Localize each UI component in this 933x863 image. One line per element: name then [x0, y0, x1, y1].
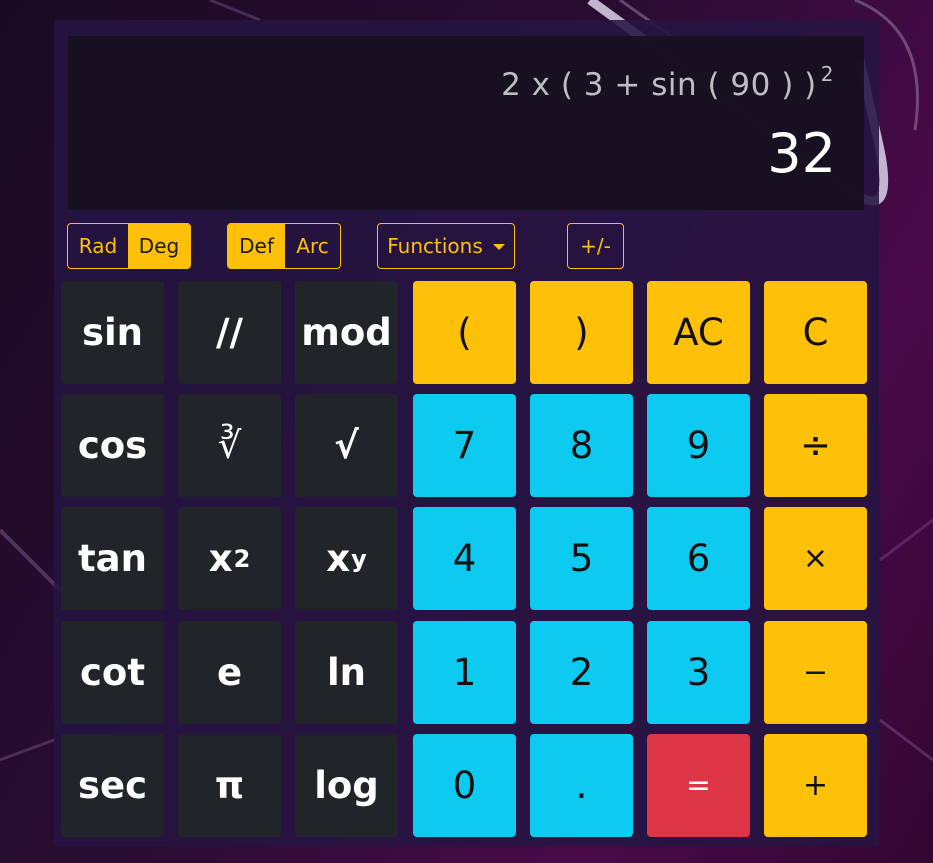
divide-button[interactable]: ÷	[764, 394, 867, 497]
decimal-button[interactable]: .	[530, 734, 633, 837]
digit-3-button[interactable]: 3	[647, 621, 750, 724]
close-paren-button[interactable]: )	[530, 281, 633, 384]
display-screen: 2 x ( 3 + sin ( 90 ) ) 2 32	[68, 36, 864, 210]
cos-button[interactable]: cos	[61, 394, 164, 497]
digit-5-button[interactable]: 5	[530, 507, 633, 610]
tan-button[interactable]: tan	[61, 507, 164, 610]
digit-9-button[interactable]: 9	[647, 394, 750, 497]
digit-8-button[interactable]: 8	[530, 394, 633, 497]
arc-option[interactable]: Arc	[285, 224, 340, 268]
mod-button[interactable]: mod	[295, 281, 398, 384]
def-option[interactable]: Def	[228, 224, 285, 268]
angle-mode-toggle: Rad Deg	[67, 223, 191, 269]
square-base: x	[208, 537, 233, 580]
result-display: 32	[767, 122, 836, 185]
power-button[interactable]: xy	[295, 507, 398, 610]
calculator: 2 x ( 3 + sin ( 90 ) ) 2 32 Rad Deg Def A…	[54, 20, 879, 846]
digit-1-button[interactable]: 1	[413, 621, 516, 724]
euler-button[interactable]: e	[178, 621, 281, 724]
function-mode-toggle: Def Arc	[227, 223, 341, 269]
expression-text: 2 x ( 3 + sin ( 90 ) )	[501, 67, 817, 103]
caret-down-icon	[492, 244, 505, 250]
minus-button[interactable]: −	[764, 621, 867, 724]
ln-button[interactable]: ln	[295, 621, 398, 724]
sec-button[interactable]: sec	[61, 734, 164, 837]
expression-display: 2 x ( 3 + sin ( 90 ) ) 2	[501, 62, 834, 103]
digit-6-button[interactable]: 6	[647, 507, 750, 610]
expression-exponent: 2	[820, 62, 834, 86]
pi-button[interactable]: π	[178, 734, 281, 837]
functions-dropdown-label: Functions	[387, 234, 483, 258]
deg-option[interactable]: Deg	[128, 224, 190, 268]
cube-root-button[interactable]: ∛	[178, 394, 281, 497]
square-button[interactable]: x2	[178, 507, 281, 610]
sin-button[interactable]: sin	[61, 281, 164, 384]
open-paren-button[interactable]: (	[413, 281, 516, 384]
plus-button[interactable]: +	[764, 734, 867, 837]
square-root-button[interactable]: √	[295, 394, 398, 497]
digit-7-button[interactable]: 7	[413, 394, 516, 497]
functions-dropdown[interactable]: Functions	[377, 223, 515, 269]
square-exponent: 2	[233, 544, 251, 573]
sign-toggle-label: +/-	[580, 234, 611, 258]
multiply-button[interactable]: ×	[764, 507, 867, 610]
digit-2-button[interactable]: 2	[530, 621, 633, 724]
power-base: x	[326, 537, 351, 580]
sign-toggle-button[interactable]: +/-	[567, 223, 624, 269]
rad-option[interactable]: Rad	[68, 224, 128, 268]
digit-4-button[interactable]: 4	[413, 507, 516, 610]
power-exponent: y	[351, 544, 367, 573]
digit-0-button[interactable]: 0	[413, 734, 516, 837]
all-clear-button[interactable]: AC	[647, 281, 750, 384]
equals-button[interactable]: =	[647, 734, 750, 837]
clear-button[interactable]: C	[764, 281, 867, 384]
log-button[interactable]: log	[295, 734, 398, 837]
cot-button[interactable]: cot	[61, 621, 164, 724]
floor-divide-button[interactable]: //	[178, 281, 281, 384]
